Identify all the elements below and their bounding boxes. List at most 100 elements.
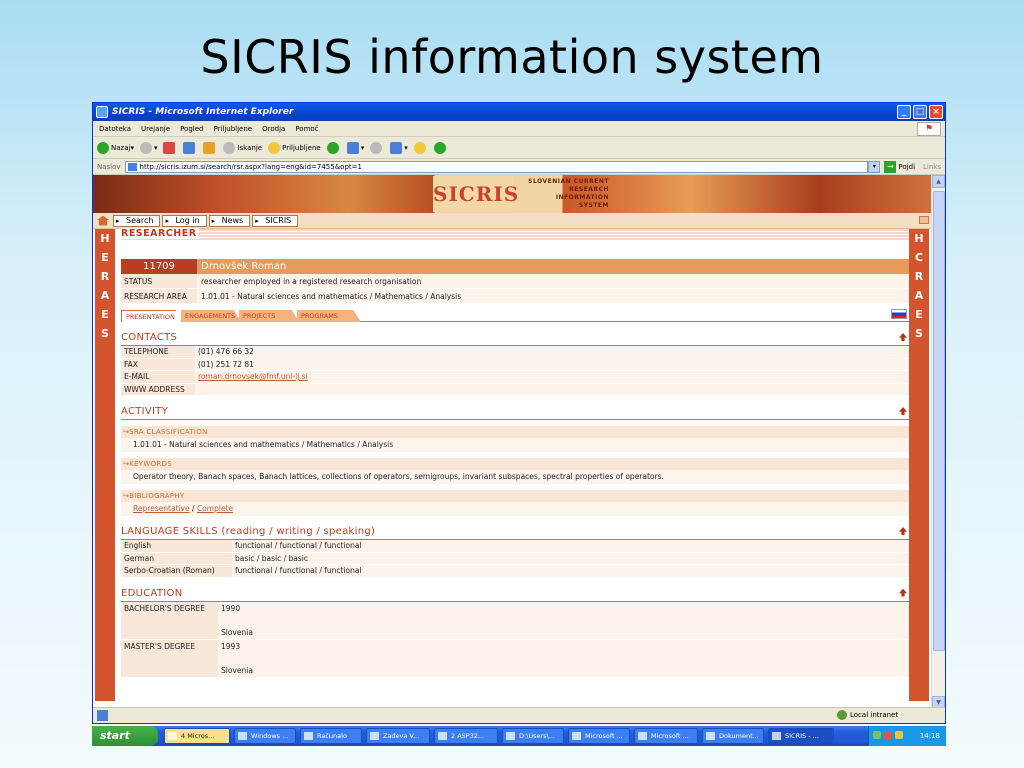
media-icon <box>326 141 339 154</box>
antivirus-icon[interactable] <box>884 731 892 739</box>
page-icon <box>97 710 108 721</box>
education-title: EDUCATION <box>121 586 909 602</box>
contact-row: TELEPHONE (01) 476 66 32 <box>121 346 909 359</box>
messenger-button[interactable] <box>433 141 448 154</box>
bibliography-complete-link[interactable]: Complete <box>197 504 233 513</box>
nav-sicris[interactable]: SICRIS <box>252 214 299 227</box>
search-sidebar-left[interactable]: H E R A E S <box>95 229 115 701</box>
network-icon[interactable] <box>873 731 881 739</box>
print-button[interactable] <box>370 141 384 154</box>
address-bar: Naslov http://sicris.izum.si/search/rsr.… <box>93 159 945 175</box>
search-sidebar-right[interactable]: H C R A E S <box>909 229 929 701</box>
language-row: English functional / functional / functi… <box>121 540 909 553</box>
scroll-up-icon[interactable]: ▲ <box>932 175 945 188</box>
close-button[interactable]: × <box>929 105 943 119</box>
menu-view[interactable]: Pogled <box>180 125 203 133</box>
sra-classification: 1.01.01 - Natural sciences and mathemati… <box>121 438 909 452</box>
maximize-button[interactable]: □ <box>913 105 927 119</box>
sicris-logo: SICRIS <box>433 176 518 212</box>
sra-classification-heading: ↪SRA CLASSIFICATION <box>121 426 909 438</box>
updates-icon[interactable] <box>895 731 903 739</box>
menu-tools[interactable]: Orodja <box>262 125 285 133</box>
profile-tabs: Presentation Engagements Projects Progra… <box>121 308 909 322</box>
research-area-row: RESEARCH AREA 1.01.01 - Natural sciences… <box>121 289 909 304</box>
tray-icons <box>873 731 906 739</box>
minimize-button[interactable]: _ <box>897 105 911 119</box>
address-input[interactable]: http://sicris.izum.si/search/rsr.aspx?la… <box>124 160 869 173</box>
title-bar: SICRIS - Microsoft Internet Explorer _ □… <box>93 103 945 121</box>
scroll-top-icon[interactable] <box>899 527 907 535</box>
language-skills-title: LANGUAGE SKILLS (reading / writing / spe… <box>121 524 909 540</box>
menu-edit[interactable]: Urejanje <box>141 125 170 133</box>
scroll-top-icon[interactable] <box>899 407 907 415</box>
nav-login[interactable]: Log in <box>162 214 207 227</box>
intranet-icon <box>837 710 847 720</box>
print-icon <box>370 141 383 154</box>
scroll-thumb[interactable] <box>933 191 945 651</box>
scroll-top-icon[interactable] <box>899 588 907 597</box>
slide-title: SICRIS information system <box>200 30 824 84</box>
taskbar-item[interactable]: Windows ... <box>234 728 296 744</box>
toolbar: Nazaj ▾ ▾ Iskanje Priljubljene ▾ ▾ <box>93 137 945 159</box>
menu-file[interactable]: Datoteka <box>99 125 131 133</box>
start-button[interactable]: start <box>92 726 158 746</box>
back-icon <box>97 141 109 154</box>
home-icon[interactable] <box>97 215 109 226</box>
taskbar-item[interactable]: Dokument... <box>702 728 764 744</box>
status-bar: Local intranet <box>93 707 945 723</box>
edit-button[interactable]: ▾ <box>390 141 408 154</box>
scroll-top-icon[interactable] <box>899 333 907 341</box>
home-button[interactable] <box>203 141 217 154</box>
nav-news[interactable]: News <box>208 214 251 227</box>
language-row: German basic / basic / basic <box>121 552 909 565</box>
go-button[interactable]: → Pojdi <box>884 160 915 173</box>
tab-presentation[interactable]: Presentation <box>121 310 183 322</box>
banner-title: SLOVENIAN CURRENT RESEARCH INFORMATION S… <box>528 178 609 209</box>
windows-logo-icon: ⚑ <box>917 122 941 136</box>
forward-button[interactable]: ▾ <box>139 141 157 154</box>
folder-icon <box>413 141 426 154</box>
taskbar-item[interactable]: Zadeva V... <box>366 728 430 744</box>
search-button[interactable]: Iskanje <box>223 141 262 154</box>
refresh-icon <box>183 141 196 154</box>
slovenian-flag-icon[interactable] <box>891 309 907 319</box>
taskbar-item[interactable]: Microsoft ... <box>568 728 630 744</box>
contact-row: E-MAIL roman.drnovsek@fmf.uni-lj.si <box>121 371 909 384</box>
media-button[interactable] <box>326 141 341 154</box>
forward-icon <box>139 141 152 154</box>
vertical-scrollbar[interactable]: ▲ ▼ <box>931 175 945 709</box>
clock: 14:18 <box>919 732 940 740</box>
keywords-heading: ↪KEYWORDS <box>121 458 909 470</box>
favorites-button[interactable]: Priljubljene <box>268 141 321 154</box>
taskbar-item[interactable]: 4 Micros... <box>164 728 230 744</box>
links-button[interactable]: Links <box>923 163 941 171</box>
tab-programs[interactable]: Programs <box>297 310 361 322</box>
nav-search[interactable]: Search <box>113 214 161 227</box>
tab-engagements[interactable]: Engagements <box>181 310 241 322</box>
messenger-icon <box>433 141 446 154</box>
bibliography-representative-link[interactable]: Representative <box>133 504 190 513</box>
tab-projects[interactable]: Projects <box>239 310 299 322</box>
site-nav: Search Log in News SICRIS <box>93 213 945 229</box>
taskbar-item[interactable]: Microsoft ... <box>634 728 698 744</box>
refresh-button[interactable] <box>183 141 197 154</box>
status-row: STATUS researcher employed in a register… <box>121 274 909 289</box>
taskbar-item[interactable]: 2 ASP32... <box>434 728 498 744</box>
stop-button[interactable] <box>163 141 177 154</box>
menu-favorites[interactable]: Priljubljene <box>213 125 252 133</box>
mail-button[interactable]: ▾ <box>346 141 364 154</box>
email-link[interactable]: roman.drnovsek@fmf.uni-lj.si <box>198 372 308 381</box>
taskbar-item[interactable]: Računalo <box>300 728 362 744</box>
menu-help[interactable]: Pomoč <box>295 125 318 133</box>
taskbar-item[interactable]: D:\Users\... <box>502 728 564 744</box>
back-button[interactable]: Nazaj ▾ <box>97 141 134 154</box>
address-dropdown-icon[interactable]: ▾ <box>868 160 881 173</box>
education-row: BACHELOR'S DEGREE 1990 Slovenia <box>121 601 909 640</box>
star-icon <box>268 141 281 154</box>
envelope-icon[interactable] <box>919 216 929 224</box>
taskbar-item[interactable]: SICRIS - ... <box>768 728 834 744</box>
sicris-banner: SICRIS SLOVENIAN CURRENT RESEARCH INFORM… <box>93 175 945 213</box>
folder-button[interactable] <box>413 141 428 154</box>
home-icon <box>203 141 216 154</box>
bibliography-links: Representative / Complete <box>121 502 909 516</box>
